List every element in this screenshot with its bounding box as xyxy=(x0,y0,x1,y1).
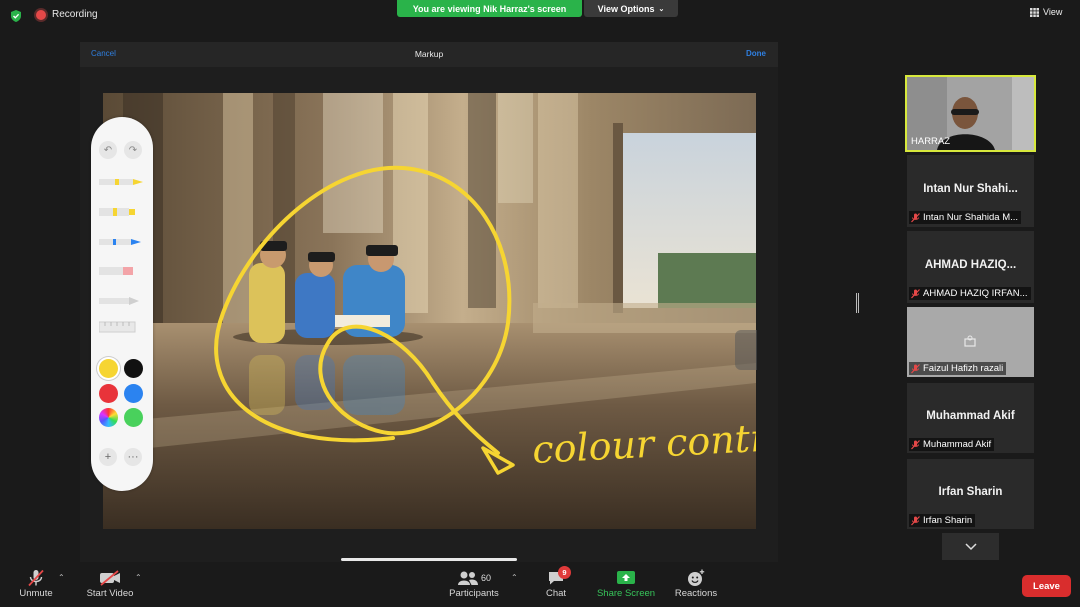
muted-mic-icon xyxy=(911,515,920,525)
more-options-icon[interactable]: ··· xyxy=(124,448,142,466)
grid-icon xyxy=(1030,7,1039,17)
scroll-down-button[interactable] xyxy=(942,533,999,560)
participant-display-name: Irfan Sharin xyxy=(938,486,1003,498)
muted-mic-icon xyxy=(911,363,920,373)
view-options-button[interactable]: View Options ⌄ xyxy=(584,0,678,17)
leave-button[interactable]: Leave xyxy=(1022,575,1071,597)
redo-icon[interactable]: ↷ xyxy=(124,141,142,159)
participants-button[interactable]: 60 Participants xyxy=(447,568,501,599)
participants-count: 60 xyxy=(480,573,491,583)
viewing-screen-banner: You are viewing Nik Harraz's screen xyxy=(397,0,582,17)
participant-label-text: AHMAD HAZIQ IRFAN... xyxy=(923,288,1028,299)
participant-label-text: Intan Nur Shahida M... xyxy=(923,212,1019,223)
recording-indicator[interactable]: Recording xyxy=(36,9,98,20)
muted-mic-icon xyxy=(28,569,44,587)
color-red-swatch[interactable] xyxy=(99,384,118,403)
panel-resize-handle[interactable] xyxy=(856,293,859,313)
start-video-button[interactable]: Start Video xyxy=(85,568,135,599)
view-button[interactable]: View xyxy=(1030,7,1062,17)
pencil-tool-icon[interactable] xyxy=(99,235,145,249)
participant-tile[interactable]: Intan Nur Shahi... Intan Nur Shahida M..… xyxy=(907,155,1034,227)
participants-options-caret-icon[interactable]: ⌃ xyxy=(511,573,518,582)
participant-tile[interactable]: Muhammad Akif Muhammad Akif xyxy=(907,383,1034,453)
share-screen-button[interactable]: Share Screen xyxy=(596,568,656,599)
color-yellow-swatch[interactable] xyxy=(99,359,118,378)
security-shield-icon[interactable] xyxy=(9,9,23,23)
participant-name-label: Muhammad Akif xyxy=(909,438,995,451)
undo-icon[interactable]: ↶ xyxy=(99,141,117,159)
video-options-caret-icon[interactable]: ⌃ xyxy=(135,573,142,582)
share-screen-icon xyxy=(617,571,635,584)
participant-tile[interactable]: AHMAD HAZIQ... AHMAD HAZIQ IRFAN... xyxy=(907,231,1034,303)
active-speaker-tile[interactable]: HARRAZ xyxy=(905,75,1036,152)
lasso-tool-icon[interactable] xyxy=(99,294,145,308)
participant-name-label: AHMAD HAZIQ IRFAN... xyxy=(909,287,1031,300)
view-label: View xyxy=(1043,7,1063,17)
ruler-tool-icon[interactable] xyxy=(99,320,137,334)
chat-label: Chat xyxy=(545,588,567,599)
recording-dot-icon xyxy=(36,9,46,20)
participants-label: Participants xyxy=(449,588,499,599)
share-screen-label: Share Screen xyxy=(596,588,656,599)
markup-title: Markup xyxy=(414,49,444,59)
unmute-label: Unmute xyxy=(19,588,53,599)
participant-tile[interactable]: Irfan Sharin Irfan Sharin xyxy=(907,459,1034,529)
placeholder-avatar-icon xyxy=(964,335,976,347)
view-options-label: View Options xyxy=(597,3,655,14)
participant-name-label: Irfan Sharin xyxy=(909,514,976,527)
participant-label-text: Faizul Hafizh razali xyxy=(923,363,1004,374)
speaker-name-label: HARRAZ xyxy=(911,136,951,147)
viewing-banner-text: You are viewing Nik Harraz's screen xyxy=(412,3,567,14)
participant-name-label: Intan Nur Shahida M... xyxy=(909,211,1022,224)
muted-mic-icon xyxy=(911,212,920,222)
color-green-swatch[interactable] xyxy=(124,408,143,427)
audio-options-caret-icon[interactable]: ⌃ xyxy=(58,573,65,582)
participants-icon xyxy=(457,571,478,585)
unmute-button[interactable]: Unmute xyxy=(16,568,56,599)
chevron-down-icon xyxy=(964,542,977,550)
participant-name-label: Faizul Hafizh razali xyxy=(909,362,1007,375)
add-icon[interactable]: + xyxy=(99,448,117,466)
participant-tile[interactable]: Faizul Hafizh razali xyxy=(907,307,1034,377)
chat-unread-badge: 9 xyxy=(558,566,571,579)
muted-mic-icon xyxy=(911,288,920,298)
content-scroll-handle[interactable] xyxy=(735,330,757,370)
participant-label-text: Muhammad Akif xyxy=(923,439,992,450)
home-indicator xyxy=(341,558,517,561)
start-video-label: Start Video xyxy=(86,588,134,599)
participant-label-text: Irfan Sharin xyxy=(923,515,973,526)
color-blue-swatch[interactable] xyxy=(124,384,143,403)
color-wheel-swatch[interactable] xyxy=(99,408,118,427)
reactions-icon xyxy=(688,569,705,586)
reactions-label: Reactions xyxy=(674,588,718,599)
eraser-tool-icon[interactable] xyxy=(99,264,145,278)
participant-display-name: Muhammad Akif xyxy=(926,410,1015,422)
shared-photo: colour contrast xyxy=(103,93,756,529)
recording-label: Recording xyxy=(52,9,98,20)
pen-tool-icon[interactable] xyxy=(99,175,145,189)
done-button[interactable]: Done xyxy=(746,49,766,58)
participant-display-name: Intan Nur Shahi... xyxy=(923,183,1018,195)
reactions-button[interactable]: Reactions xyxy=(674,568,718,599)
chevron-down-icon: ⌄ xyxy=(658,5,665,13)
muted-mic-icon xyxy=(911,439,920,449)
participant-display-name: AHMAD HAZIQ... xyxy=(924,259,1017,271)
marker-tool-icon[interactable] xyxy=(99,205,145,219)
video-off-icon xyxy=(100,570,120,586)
color-black-swatch[interactable] xyxy=(124,359,143,378)
